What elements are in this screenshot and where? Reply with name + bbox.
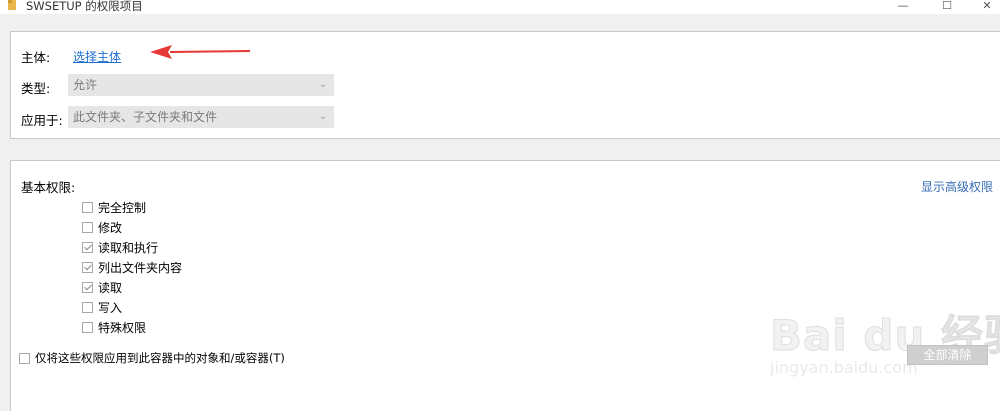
permission-write[interactable]: 写入 — [82, 298, 122, 316]
window-title: SWSETUP 的权限项目 — [26, 0, 143, 13]
folder-icon — [8, 0, 16, 10]
select-principal-link[interactable]: 选择主体 — [73, 48, 121, 65]
type-combobox[interactable]: 允许 ⌄ — [68, 74, 334, 96]
annotation-arrow-icon — [150, 45, 251, 59]
basic-permissions-label: 基本权限: — [21, 180, 76, 195]
checkbox-checked[interactable] — [82, 281, 93, 293]
permission-special[interactable]: 特殊权限 — [82, 318, 146, 336]
close-button[interactable]: ✕ — [976, 0, 998, 13]
type-label: 类型: — [21, 81, 51, 96]
permission-read-execute[interactable]: 读取和执行 — [82, 238, 158, 256]
apply-only-option[interactable]: 仅将这些权限应用到此容器中的对象和/或容器(T) — [19, 350, 285, 366]
permission-label: 写入 — [98, 300, 123, 315]
permission-label: 特殊权限 — [98, 320, 147, 335]
watermark-url: jingyan.baidu.com — [770, 358, 918, 377]
permission-label: 完全控制 — [98, 200, 147, 215]
chevron-down-icon: ⌄ — [318, 79, 327, 90]
permission-label: 读取 — [98, 280, 123, 295]
permission-label: 读取和执行 — [98, 240, 159, 255]
checkbox-checked[interactable] — [82, 261, 93, 273]
permission-label: 修改 — [98, 220, 123, 235]
show-advanced-permissions-link[interactable]: 显示高级权限 — [921, 178, 993, 195]
baidu-watermark: Bai du 经验 jingyan.baidu.com — [760, 292, 1000, 382]
checkbox[interactable] — [82, 221, 93, 233]
permission-read[interactable]: 读取 — [82, 278, 122, 296]
title-bar: SWSETUP 的权限项目 — ☐ ✕ — [0, 0, 1000, 14]
applies-to-value: 此文件夹、子文件夹和文件 — [73, 110, 218, 124]
permission-label: 列出文件夹内容 — [98, 260, 183, 275]
maximize-button[interactable]: ☐ — [936, 0, 958, 13]
apply-only-checkbox[interactable] — [19, 352, 30, 364]
type-value: 允许 — [73, 78, 98, 92]
chevron-down-icon: ⌄ — [318, 111, 327, 122]
applies-to-combobox[interactable]: 此文件夹、子文件夹和文件 ⌄ — [68, 106, 334, 128]
principal-label: 主体: — [21, 50, 51, 65]
applies-to-label: 应用于: — [21, 113, 63, 128]
minimize-button[interactable]: — — [892, 0, 914, 13]
permission-full-control[interactable]: 完全控制 — [82, 198, 146, 216]
checkbox[interactable] — [82, 301, 93, 313]
checkbox[interactable] — [82, 321, 93, 333]
clear-all-button[interactable]: 全部清除 — [907, 345, 988, 365]
checkbox[interactable] — [82, 201, 93, 213]
permission-modify[interactable]: 修改 — [82, 218, 122, 236]
apply-only-label: 仅将这些权限应用到此容器中的对象和/或容器(T) — [35, 351, 285, 365]
checkbox-checked[interactable] — [82, 241, 93, 253]
permission-list-folder[interactable]: 列出文件夹内容 — [82, 258, 182, 276]
